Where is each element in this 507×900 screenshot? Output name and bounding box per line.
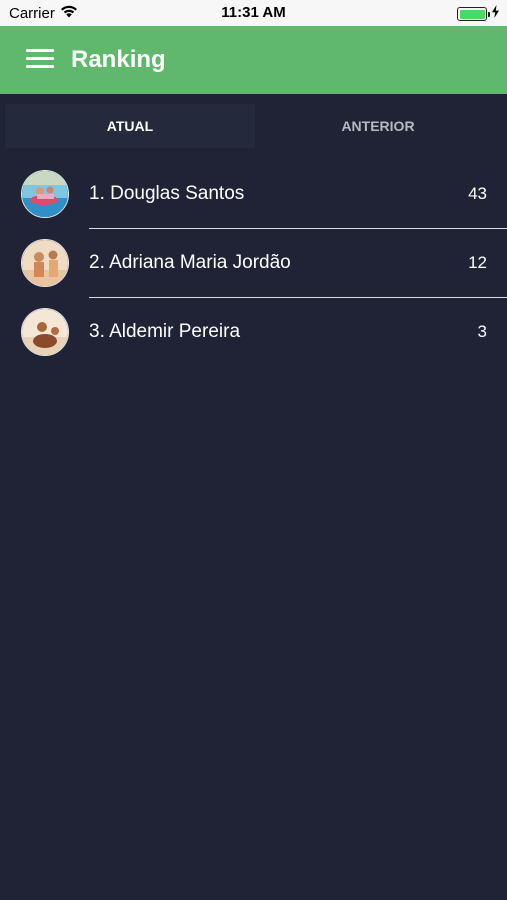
tab-atual[interactable]: ATUAL (5, 104, 255, 148)
avatar (21, 170, 69, 218)
charging-bolt-icon (492, 5, 499, 23)
ranking-name: 2. Adriana Maria Jordão (89, 252, 291, 273)
avatar (21, 308, 69, 356)
hamburger-menu-icon[interactable] (26, 49, 54, 69)
ranking-list: 1. Douglas Santos 43 2. Adriana Maria Jo… (0, 160, 507, 367)
ranking-score: 3 (477, 322, 487, 341)
tab-anterior[interactable]: ANTERIOR (255, 104, 501, 148)
ranking-score: 43 (468, 184, 487, 203)
ranking-row[interactable]: 3. Aldemir Pereira 3 (0, 298, 507, 367)
page-title: Ranking (71, 46, 166, 73)
status-bar: Carrier 11:31 AM (0, 0, 507, 26)
app-bar: Ranking (0, 26, 507, 94)
ranking-row[interactable]: 2. Adriana Maria Jordão 12 (0, 229, 507, 298)
status-time: 11:31 AM (221, 4, 286, 21)
ranking-name: 3. Aldemir Pereira (89, 321, 241, 342)
battery-icon (457, 7, 490, 21)
ranking-score: 12 (468, 253, 487, 272)
ranking-name: 1. Douglas Santos (89, 183, 245, 204)
tab-bar: ATUAL ANTERIOR (0, 94, 507, 158)
status-right (457, 5, 499, 23)
avatar (21, 239, 69, 287)
ranking-row[interactable]: 1. Douglas Santos 43 (0, 160, 507, 229)
